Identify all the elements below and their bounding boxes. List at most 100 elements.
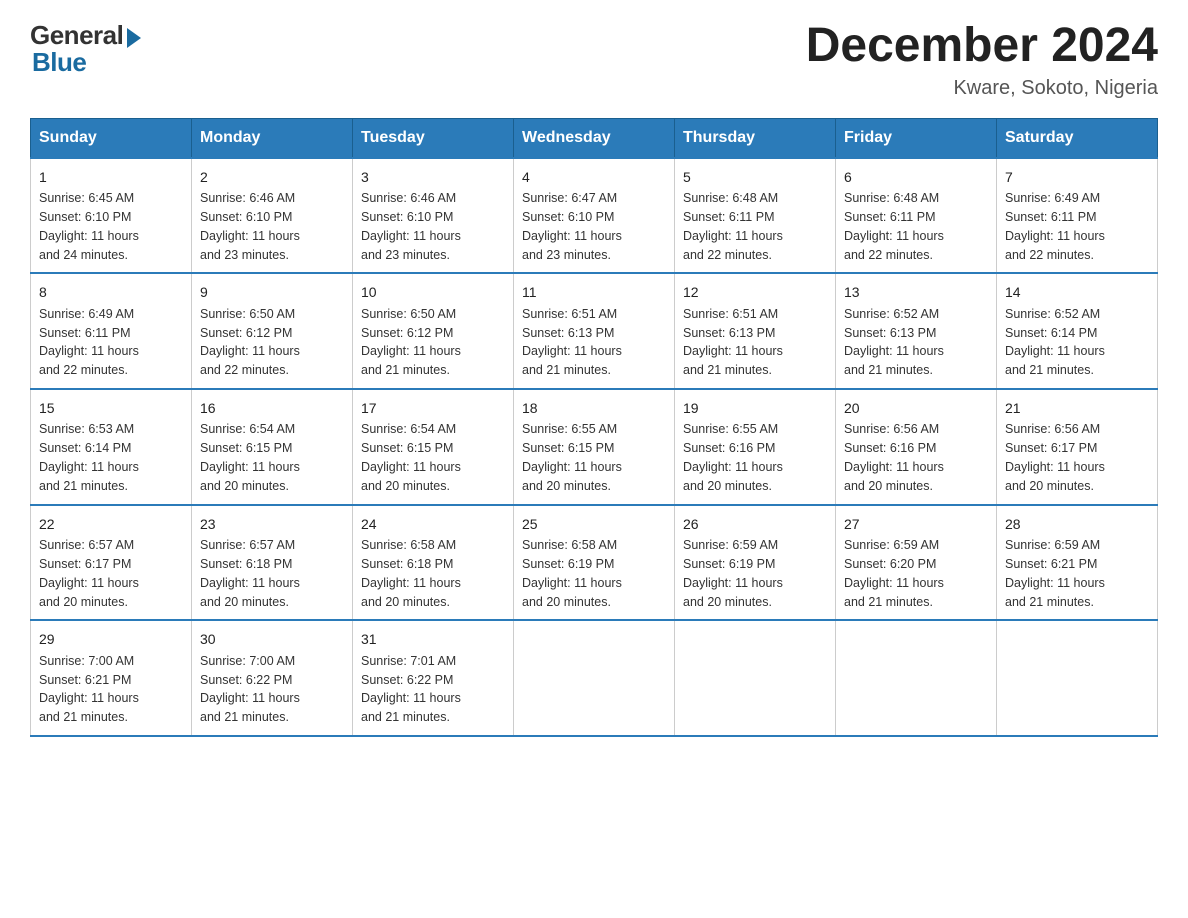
- day-info: Sunrise: 6:59 AMSunset: 6:20 PMDaylight:…: [844, 538, 944, 609]
- day-info: Sunrise: 6:54 AMSunset: 6:15 PMDaylight:…: [200, 422, 300, 493]
- day-number: 25: [522, 514, 666, 534]
- day-number: 10: [361, 282, 505, 302]
- calendar-cell: 2 Sunrise: 6:46 AMSunset: 6:10 PMDaylight…: [192, 158, 353, 274]
- day-number: 30: [200, 629, 344, 649]
- page-title: December 2024: [806, 20, 1158, 73]
- day-number: 8: [39, 282, 183, 302]
- logo: General Blue: [30, 20, 141, 78]
- calendar-cell: 30 Sunrise: 7:00 AMSunset: 6:22 PMDayligh…: [192, 620, 353, 736]
- calendar-cell: 1Sunrise: 6:45 AMSunset: 6:10 PMDaylight…: [31, 158, 192, 274]
- day-info: Sunrise: 6:58 AMSunset: 6:18 PMDaylight:…: [361, 538, 461, 609]
- calendar-cell: 20 Sunrise: 6:56 AMSunset: 6:16 PMDayligh…: [836, 389, 997, 505]
- calendar-cell: 12 Sunrise: 6:51 AMSunset: 6:13 PMDayligh…: [675, 273, 836, 389]
- day-info: Sunrise: 6:59 AMSunset: 6:21 PMDaylight:…: [1005, 538, 1105, 609]
- day-number: 15: [39, 398, 183, 418]
- day-number: 13: [844, 282, 988, 302]
- week-row-5: 29Sunrise: 7:00 AMSunset: 6:21 PMDayligh…: [31, 620, 1158, 736]
- calendar-cell: 4Sunrise: 6:47 AMSunset: 6:10 PMDaylight…: [514, 158, 675, 274]
- week-row-4: 22 Sunrise: 6:57 AMSunset: 6:17 PMDayligh…: [31, 505, 1158, 621]
- calendar-cell: 21 Sunrise: 6:56 AMSunset: 6:17 PMDayligh…: [997, 389, 1158, 505]
- day-number: 16: [200, 398, 344, 418]
- calendar-cell: [675, 620, 836, 736]
- day-number: 4: [522, 167, 666, 187]
- day-info: Sunrise: 6:51 AMSunset: 6:13 PMDaylight:…: [522, 307, 622, 378]
- day-number: 22: [39, 514, 183, 534]
- day-number: 21: [1005, 398, 1149, 418]
- day-number: 6: [844, 167, 988, 187]
- calendar-cell: 5Sunrise: 6:48 AMSunset: 6:11 PMDaylight…: [675, 158, 836, 274]
- calendar-cell: 3 Sunrise: 6:46 AMSunset: 6:10 PMDaylight…: [353, 158, 514, 274]
- day-info: Sunrise: 6:50 AMSunset: 6:12 PMDaylight:…: [361, 307, 461, 378]
- day-info: Sunrise: 6:54 AMSunset: 6:15 PMDaylight:…: [361, 422, 461, 493]
- day-info: Sunrise: 6:49 AMSunset: 6:11 PMDaylight:…: [1005, 191, 1105, 262]
- calendar-cell: 22 Sunrise: 6:57 AMSunset: 6:17 PMDayligh…: [31, 505, 192, 621]
- calendar-table: SundayMondayTuesdayWednesdayThursdayFrid…: [30, 118, 1158, 737]
- calendar-cell: [514, 620, 675, 736]
- day-number: 17: [361, 398, 505, 418]
- day-number: 20: [844, 398, 988, 418]
- calendar-cell: 26 Sunrise: 6:59 AMSunset: 6:19 PMDayligh…: [675, 505, 836, 621]
- day-info: Sunrise: 6:53 AMSunset: 6:14 PMDaylight:…: [39, 422, 139, 493]
- calendar-cell: 15 Sunrise: 6:53 AMSunset: 6:14 PMDayligh…: [31, 389, 192, 505]
- day-number: 5: [683, 167, 827, 187]
- calendar-cell: 23 Sunrise: 6:57 AMSunset: 6:18 PMDayligh…: [192, 505, 353, 621]
- day-number: 23: [200, 514, 344, 534]
- day-info: Sunrise: 6:59 AMSunset: 6:19 PMDaylight:…: [683, 538, 783, 609]
- calendar-cell: 16 Sunrise: 6:54 AMSunset: 6:15 PMDayligh…: [192, 389, 353, 505]
- day-info: Sunrise: 6:45 AMSunset: 6:10 PMDaylight:…: [39, 191, 139, 262]
- day-info: Sunrise: 6:52 AMSunset: 6:14 PMDaylight:…: [1005, 307, 1105, 378]
- day-number: 18: [522, 398, 666, 418]
- calendar-cell: 7 Sunrise: 6:49 AMSunset: 6:11 PMDaylight…: [997, 158, 1158, 274]
- header-friday: Friday: [836, 118, 997, 158]
- calendar-cell: [836, 620, 997, 736]
- day-number: 9: [200, 282, 344, 302]
- day-info: Sunrise: 7:01 AMSunset: 6:22 PMDaylight:…: [361, 654, 461, 725]
- header-wednesday: Wednesday: [514, 118, 675, 158]
- day-number: 19: [683, 398, 827, 418]
- logo-arrow-icon: [127, 28, 141, 48]
- calendar-cell: 25 Sunrise: 6:58 AMSunset: 6:19 PMDayligh…: [514, 505, 675, 621]
- day-number: 2: [200, 167, 344, 187]
- week-row-3: 15 Sunrise: 6:53 AMSunset: 6:14 PMDayligh…: [31, 389, 1158, 505]
- calendar-cell: 8 Sunrise: 6:49 AMSunset: 6:11 PMDaylight…: [31, 273, 192, 389]
- day-info: Sunrise: 7:00 AMSunset: 6:21 PMDaylight:…: [39, 654, 139, 725]
- day-number: 26: [683, 514, 827, 534]
- day-info: Sunrise: 6:58 AMSunset: 6:19 PMDaylight:…: [522, 538, 622, 609]
- header-monday: Monday: [192, 118, 353, 158]
- day-info: Sunrise: 6:50 AMSunset: 6:12 PMDaylight:…: [200, 307, 300, 378]
- calendar-cell: 9 Sunrise: 6:50 AMSunset: 6:12 PMDaylight…: [192, 273, 353, 389]
- day-info: Sunrise: 6:57 AMSunset: 6:18 PMDaylight:…: [200, 538, 300, 609]
- day-number: 12: [683, 282, 827, 302]
- day-info: Sunrise: 6:49 AMSunset: 6:11 PMDaylight:…: [39, 307, 139, 378]
- calendar-cell: 24 Sunrise: 6:58 AMSunset: 6:18 PMDayligh…: [353, 505, 514, 621]
- day-number: 24: [361, 514, 505, 534]
- page-header: General Blue December 2024 Kware, Sokoto…: [30, 20, 1158, 100]
- page-subtitle: Kware, Sokoto, Nigeria: [806, 77, 1158, 100]
- day-info: Sunrise: 6:57 AMSunset: 6:17 PMDaylight:…: [39, 538, 139, 609]
- day-info: Sunrise: 6:46 AMSunset: 6:10 PMDaylight:…: [361, 191, 461, 262]
- week-row-2: 8 Sunrise: 6:49 AMSunset: 6:11 PMDaylight…: [31, 273, 1158, 389]
- calendar-cell: 31 Sunrise: 7:01 AMSunset: 6:22 PMDayligh…: [353, 620, 514, 736]
- calendar-cell: 11 Sunrise: 6:51 AMSunset: 6:13 PMDayligh…: [514, 273, 675, 389]
- calendar-cell: 10 Sunrise: 6:50 AMSunset: 6:12 PMDayligh…: [353, 273, 514, 389]
- calendar-header-row: SundayMondayTuesdayWednesdayThursdayFrid…: [31, 118, 1158, 158]
- week-row-1: 1Sunrise: 6:45 AMSunset: 6:10 PMDaylight…: [31, 158, 1158, 274]
- day-number: 7: [1005, 167, 1149, 187]
- calendar-cell: 13Sunrise: 6:52 AMSunset: 6:13 PMDayligh…: [836, 273, 997, 389]
- day-number: 3: [361, 167, 505, 187]
- day-number: 31: [361, 629, 505, 649]
- calendar-cell: 6Sunrise: 6:48 AMSunset: 6:11 PMDaylight…: [836, 158, 997, 274]
- header-sunday: Sunday: [31, 118, 192, 158]
- calendar-cell: 18Sunrise: 6:55 AMSunset: 6:15 PMDayligh…: [514, 389, 675, 505]
- day-info: Sunrise: 6:46 AMSunset: 6:10 PMDaylight:…: [200, 191, 300, 262]
- day-number: 28: [1005, 514, 1149, 534]
- day-info: Sunrise: 7:00 AMSunset: 6:22 PMDaylight:…: [200, 654, 300, 725]
- day-info: Sunrise: 6:56 AMSunset: 6:17 PMDaylight:…: [1005, 422, 1105, 493]
- header-tuesday: Tuesday: [353, 118, 514, 158]
- day-info: Sunrise: 6:56 AMSunset: 6:16 PMDaylight:…: [844, 422, 944, 493]
- calendar-cell: 28 Sunrise: 6:59 AMSunset: 6:21 PMDayligh…: [997, 505, 1158, 621]
- day-info: Sunrise: 6:51 AMSunset: 6:13 PMDaylight:…: [683, 307, 783, 378]
- header-saturday: Saturday: [997, 118, 1158, 158]
- calendar-cell: 17 Sunrise: 6:54 AMSunset: 6:15 PMDayligh…: [353, 389, 514, 505]
- day-number: 11: [522, 282, 666, 302]
